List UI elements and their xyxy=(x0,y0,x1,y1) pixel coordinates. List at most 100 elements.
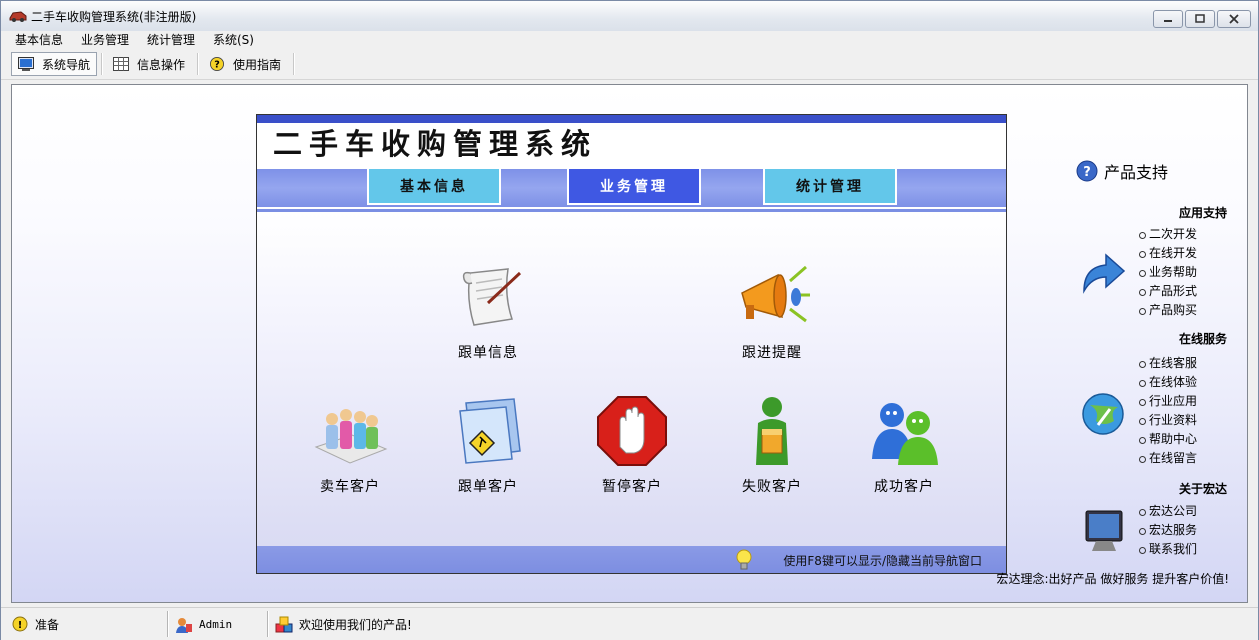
maximize-button[interactable] xyxy=(1185,10,1215,28)
user-guide-button[interactable]: ? 使用指南 xyxy=(207,52,281,76)
link-secondary-dev[interactable]: 二次开发 xyxy=(1139,225,1197,244)
menu-system[interactable]: 系统(S) xyxy=(211,33,256,48)
company-motto: 宏达理念:出好产品 做好服务 提升客户价值! xyxy=(996,572,1229,586)
online-service-heading: 在线服务 xyxy=(1178,332,1227,346)
document-scroll-icon xyxy=(462,268,522,326)
tab-underline xyxy=(257,209,1006,212)
help-icon: ? xyxy=(210,57,224,71)
toolbar-separator xyxy=(293,53,295,75)
failed-customer-item[interactable]: 失败客户 xyxy=(717,393,827,496)
paused-customer-label: 暂停客户 xyxy=(602,479,662,495)
toolbar-separator xyxy=(101,53,103,75)
status-user-name: Admin xyxy=(199,618,233,631)
car-app-icon xyxy=(9,11,27,22)
window-title: 二手车收购管理系统(非注册版) xyxy=(31,10,197,24)
status-bar: ! 准备 Admin 欢迎使用我们的产品! xyxy=(1,607,1258,640)
arrow-icon xyxy=(1083,253,1126,294)
svg-text:?: ? xyxy=(214,60,220,71)
lightbulb-icon xyxy=(736,549,752,570)
help-circle-icon: ? xyxy=(1076,160,1098,182)
system-title: 二手车收购管理系统 xyxy=(273,127,598,161)
successful-customer-label: 成功客户 xyxy=(874,479,934,495)
link-contact-us[interactable]: 联系我们 xyxy=(1139,540,1197,559)
follow-reminder-label: 跟进提醒 xyxy=(742,345,802,361)
navigation-panel: 二手车收购管理系统 基本信息 业务管理 统计管理 跟单信息 跟进提醒 卖车客户 … xyxy=(256,114,1007,574)
menu-basic-info[interactable]: 基本信息 xyxy=(13,33,65,48)
paused-customer-item[interactable]: 暂停客户 xyxy=(577,393,687,496)
about-hongda-heading: 关于宏达 xyxy=(1178,482,1227,496)
tab-business[interactable]: 业务管理 xyxy=(567,169,701,205)
main-workspace: 二手车收购管理系统 基本信息 业务管理 统计管理 跟单信息 跟进提醒 卖车客户 … xyxy=(11,84,1248,603)
business-function-area: 跟单信息 跟进提醒 卖车客户 跟单客户 暂停客户 失败客户 成功客户 xyxy=(257,213,1006,546)
status-separator xyxy=(267,611,269,637)
folder-caution-icon xyxy=(459,398,521,464)
status-ready-text: 准备 xyxy=(35,618,60,632)
link-product-form[interactable]: 产品形式 xyxy=(1139,282,1197,301)
link-online-support[interactable]: 在线客服 xyxy=(1139,354,1197,373)
status-welcome-text: 欢迎使用我们的产品! xyxy=(299,618,412,632)
failed-customer-label: 失败客户 xyxy=(742,479,802,495)
toolbar-separator xyxy=(197,53,199,75)
user-icon xyxy=(176,617,192,633)
menu-business[interactable]: 业务管理 xyxy=(79,33,131,48)
status-ready: ! 准备 xyxy=(11,612,59,637)
user-guide-label: 使用指南 xyxy=(233,57,282,72)
toolbar: 系统导航 信息操作 ? 使用指南 xyxy=(1,50,1258,80)
title-bar[interactable]: 二手车收购管理系统(非注册版) xyxy=(1,1,1258,31)
status-separator xyxy=(167,611,169,637)
status-welcome: 欢迎使用我们的产品! xyxy=(275,612,412,637)
system-nav-label: 系统导航 xyxy=(42,57,91,72)
link-online-trial[interactable]: 在线体验 xyxy=(1139,373,1197,392)
panel-hint-bar: 使用F8键可以显示/隐藏当前导航窗口 xyxy=(257,546,1006,573)
stop-hand-icon xyxy=(597,396,667,466)
info-operation-button[interactable]: 信息操作 xyxy=(111,52,185,76)
monitor-display-icon xyxy=(1085,510,1123,551)
panel-top-stripe xyxy=(257,115,1006,123)
link-online-dev[interactable]: 在线开发 xyxy=(1139,244,1197,263)
seller-customer-item[interactable]: 卖车客户 xyxy=(295,393,405,496)
follow-customer-label: 跟单客户 xyxy=(458,479,518,495)
link-hongda-company[interactable]: 宏达公司 xyxy=(1139,502,1197,521)
seller-customer-label: 卖车客户 xyxy=(320,479,380,495)
menu-statistics[interactable]: 统计管理 xyxy=(145,33,197,48)
two-users-icon xyxy=(872,403,938,465)
link-industry-docs[interactable]: 行业资料 xyxy=(1139,411,1197,430)
link-online-message[interactable]: 在线留言 xyxy=(1139,449,1197,468)
product-support-header: ? 产品支持 xyxy=(1076,159,1168,183)
svg-text:!: ! xyxy=(18,620,23,631)
link-help-center[interactable]: 帮助中心 xyxy=(1139,430,1197,449)
follow-info-label: 跟单信息 xyxy=(458,345,518,361)
cubes-icon xyxy=(275,616,293,632)
app-window: 二手车收购管理系统(非注册版) 基本信息 业务管理 统计管理 系统(S) 系统导… xyxy=(0,0,1259,640)
menu-bar: 基本信息 业务管理 统计管理 系统(S) xyxy=(1,31,1258,50)
follow-info-item[interactable]: 跟单信息 xyxy=(433,259,543,362)
about-hongda-links: 宏达公司 宏达服务 联系我们 xyxy=(1139,502,1197,559)
product-support-title: 产品支持 xyxy=(1104,163,1169,182)
app-support-links: 二次开发 在线开发 业务帮助 产品形式 产品购买 xyxy=(1139,225,1197,320)
link-hongda-service[interactable]: 宏达服务 xyxy=(1139,521,1197,540)
app-support-heading: 应用支持 xyxy=(1178,206,1227,220)
f8-hint-text: 使用F8键可以显示/隐藏当前导航窗口 xyxy=(783,554,982,568)
online-service-links: 在线客服 在线体验 行业应用 行业资料 帮助中心 在线留言 xyxy=(1139,354,1197,468)
people-group-icon xyxy=(314,409,388,464)
globe-icon xyxy=(1082,393,1124,435)
successful-customer-item[interactable]: 成功客户 xyxy=(849,393,959,496)
grid-icon xyxy=(113,57,129,71)
status-user: Admin xyxy=(175,612,232,637)
module-tab-bar: 基本信息 业务管理 统计管理 xyxy=(257,169,1006,207)
system-nav-button[interactable]: 系统导航 xyxy=(11,52,97,76)
tab-statistics[interactable]: 统计管理 xyxy=(763,169,897,205)
warning-status-icon: ! xyxy=(12,616,28,631)
tab-basic-info[interactable]: 基本信息 xyxy=(367,169,501,205)
minimize-icon xyxy=(1164,20,1172,22)
link-product-purchase[interactable]: 产品购买 xyxy=(1139,301,1197,320)
minimize-button[interactable] xyxy=(1153,10,1183,28)
person-with-box-icon xyxy=(756,397,788,465)
follow-customer-item[interactable]: 跟单客户 xyxy=(433,393,543,496)
close-button[interactable] xyxy=(1217,10,1251,28)
link-industry-apps[interactable]: 行业应用 xyxy=(1139,392,1197,411)
follow-reminder-item[interactable]: 跟进提醒 xyxy=(717,259,827,362)
info-operation-label: 信息操作 xyxy=(137,57,186,72)
link-business-help[interactable]: 业务帮助 xyxy=(1139,263,1197,282)
close-icon xyxy=(1229,14,1239,24)
